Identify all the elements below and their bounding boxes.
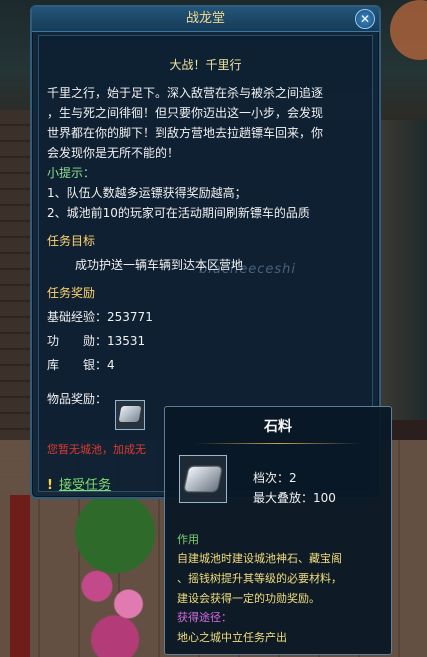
stack-value: 100 (313, 491, 336, 505)
tooltip-item-icon (179, 455, 227, 503)
exp-label: 基础经验： (47, 310, 108, 324)
silver-label: 库 银： (47, 358, 108, 372)
silver-value: 4 (107, 358, 115, 372)
accept-quest: ! 接受任务 (47, 474, 111, 493)
source-text: 地心之城中立任务产出 (177, 631, 287, 644)
item-reward-label: 物品奖励： (47, 392, 108, 406)
reward-silver-row: 库 银：4 (47, 356, 115, 373)
grade-row: 档次：2 (253, 469, 297, 486)
usage-line: 、摇钱树提升其等级的必要材料， (177, 572, 342, 585)
tooltip-title: 石料 (264, 419, 292, 435)
quest-description: 千里之行，始于足下。深入敌营在杀与被杀之间追逐 ，生与死之间徘徊！但只要你迈出这… (47, 83, 367, 223)
window-titlebar[interactable]: 战龙堂 (32, 7, 379, 32)
exp-value: 253771 (107, 310, 153, 324)
exclamation-icon: ! (47, 478, 53, 493)
reward-merit-row: 功 勋：13531 (47, 332, 145, 349)
stone-icon (118, 406, 142, 422)
tooltip-divider (195, 443, 361, 444)
stack-label: 最大叠放： (253, 491, 314, 505)
description-line: 千里之行，始于足下。深入敌营在杀与被杀之间追逐 (47, 86, 324, 100)
stone-icon (184, 467, 222, 491)
quest-heading: 大战！千里行 (169, 58, 242, 72)
reward-item-slot[interactable] (115, 400, 145, 430)
reward-label: 任务奖励 (47, 286, 96, 300)
accept-quest-link[interactable]: 接受任务 (59, 478, 111, 493)
item-tooltip: 石料 档次：2 最大叠放：100 作用 自建城池时建设城池神石、藏宝阁 、摇钱树… (164, 406, 392, 655)
close-icon: ✕ (359, 12, 371, 26)
source-label: 获得途径： (177, 611, 232, 624)
usage-description: 自建城池时建设城池神石、藏宝阁 、摇钱树提升其等级的必要材料， 建设会获得一定的… (177, 549, 382, 609)
grade-label: 档次： (253, 471, 290, 485)
merit-label: 功 勋： (47, 334, 108, 348)
stack-row: 最大叠放：100 (253, 489, 336, 506)
merit-value: 13531 (107, 334, 146, 348)
window-title: 战龙堂 (185, 11, 225, 26)
description-line: ，生与死之间徘徊！但只要你迈出这一小步，会发现 (47, 106, 324, 120)
warning-text: 您暂无城池，加成无 (47, 443, 146, 456)
goal-text: 成功护送一辆车辆到达本区营地 (75, 258, 244, 272)
description-line: 世界都在你的脚下！到敌方营地去拉趟镖车回来，你 (47, 126, 324, 140)
tips-label: 小提示： (47, 166, 96, 180)
flower-decoration (70, 480, 160, 657)
tip-item: 1、队伍人数越多运镖获得奖励越高； (47, 186, 247, 200)
goal-label: 任务目标 (47, 234, 96, 248)
description-line: 会发现你是无所不能的！ (47, 146, 180, 160)
usage-line: 建设会获得一定的功勋奖励。 (177, 592, 320, 605)
pillar-background (378, 120, 427, 420)
red-railing (10, 495, 30, 657)
usage-line: 自建城池时建设城池神石、藏宝阁 (177, 552, 342, 565)
usage-label: 作用 (177, 533, 199, 546)
grade-value: 2 (289, 471, 297, 485)
reward-exp-row: 基础经验：253771 (47, 308, 153, 325)
tip-item: 2、城池前10的玩家可在活动期间刷新镖车的品质 (47, 206, 310, 220)
close-button[interactable]: ✕ (355, 9, 375, 29)
